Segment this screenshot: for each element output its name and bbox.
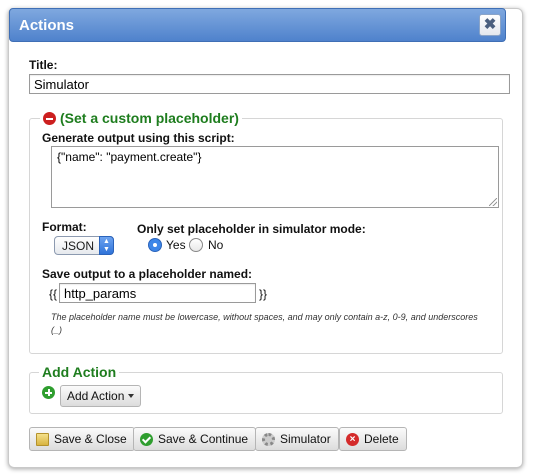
add-action-legend: Add Action xyxy=(39,364,120,380)
dialog-titlebar: Actions ✖ xyxy=(9,8,506,42)
placeholder-legend[interactable]: (Set a custom placeholder) xyxy=(40,110,242,126)
minus-circle-icon[interactable] xyxy=(43,112,56,125)
save-close-button[interactable]: Save & Close xyxy=(29,427,135,451)
check-circle-icon xyxy=(140,433,153,446)
format-label: Format: xyxy=(42,220,87,234)
select-arrows-icon: ▲ ▼ xyxy=(99,236,114,255)
format-select-value: JSON xyxy=(62,239,95,253)
placeholder-legend-label: (Set a custom placeholder) xyxy=(60,110,239,126)
sim-mode-yes-label: Yes xyxy=(166,238,186,252)
simulator-button[interactable]: Simulator xyxy=(255,427,339,451)
brace-close: }} xyxy=(259,287,268,301)
resize-grip-icon[interactable] xyxy=(489,198,497,206)
script-text: {"name": "payment.create"} xyxy=(57,150,202,164)
save-continue-label: Save & Continue xyxy=(158,432,249,446)
placeholder-help-text: The placeholder name must be lowercase, … xyxy=(51,312,478,335)
placeholder-name-input[interactable] xyxy=(59,283,256,303)
caret-down-icon xyxy=(128,394,135,398)
plus-circle-icon[interactable] xyxy=(42,386,55,399)
sim-mode-no-radio[interactable] xyxy=(189,238,203,252)
add-action-dropdown-label: Add Action xyxy=(67,389,125,403)
save-continue-button[interactable]: Save & Continue xyxy=(133,427,257,451)
delete-label: Delete xyxy=(364,432,399,446)
delete-button[interactable]: × Delete xyxy=(339,427,407,451)
save-close-label: Save & Close xyxy=(54,432,127,446)
add-action-dropdown[interactable]: Add Action xyxy=(60,385,142,407)
title-label: Title: xyxy=(29,58,58,72)
x-circle-icon: × xyxy=(346,433,359,446)
brace-open: {{ xyxy=(49,287,58,301)
folder-icon xyxy=(36,433,49,446)
sim-mode-label: Only set placeholder in simulator mode: xyxy=(137,222,366,236)
format-select[interactable]: JSON ▲ ▼ xyxy=(54,236,114,255)
save-output-label: Save output to a placeholder named: xyxy=(42,267,253,281)
script-label: Generate output using this script: xyxy=(42,131,235,145)
simulator-label: Simulator xyxy=(280,432,331,446)
gear-icon xyxy=(262,433,275,446)
sim-mode-no-label: No xyxy=(208,238,224,252)
dialog-title: Actions xyxy=(19,17,75,34)
close-icon[interactable]: ✖ xyxy=(479,14,501,36)
sim-mode-yes-radio[interactable] xyxy=(148,238,162,252)
title-input[interactable] xyxy=(29,74,510,94)
script-textarea[interactable]: {"name": "payment.create"} xyxy=(51,146,499,208)
